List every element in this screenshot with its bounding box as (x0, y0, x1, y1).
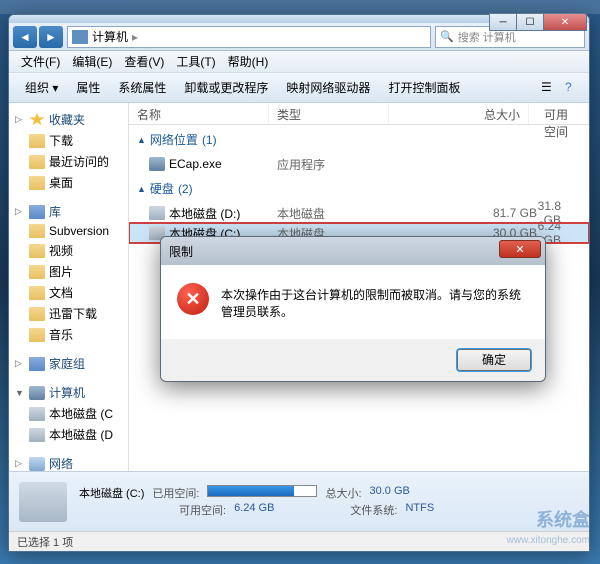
column-total[interactable]: 总大小 (389, 103, 529, 124)
folder-icon (29, 134, 45, 148)
column-type[interactable]: 类型 (269, 103, 389, 124)
capacity-bar (207, 485, 317, 497)
menu-bar: 文件(F) 编辑(E) 查看(V) 工具(T) 帮助(H) (9, 51, 589, 73)
navigation-pane: ▷收藏夹 下载 最近访问的 桌面 ▷库 Subversion 视频 图片 文档 … (9, 103, 129, 471)
details-name: 本地磁盘 (C:) (79, 485, 144, 501)
toolbar-properties[interactable]: 属性 (68, 76, 108, 99)
details-pane: 本地磁盘 (C:) 已用空间: 总大小: 30.0 GB 可用空间: 6.24 … (9, 471, 589, 531)
homegroup-icon (29, 357, 45, 371)
folder-icon (29, 155, 45, 169)
menu-tools[interactable]: 工具(T) (170, 51, 221, 72)
folder-icon (29, 244, 45, 258)
drive-icon (29, 428, 45, 442)
sidebar-item-drive-d[interactable]: 本地磁盘 (D (9, 424, 128, 445)
drive-icon (149, 206, 165, 220)
menu-help[interactable]: 帮助(H) (222, 51, 275, 72)
address-location: 计算机 (92, 28, 128, 45)
maximize-button[interactable]: ☐ (516, 13, 544, 31)
status-bar: 已选择 1 项 (9, 531, 589, 551)
help-icon[interactable]: ? (565, 80, 581, 96)
sidebar-network[interactable]: ▷网络 (9, 453, 128, 471)
dialog-title: 限制 (169, 243, 193, 260)
sidebar-item-thunder[interactable]: 迅雷下载 (9, 303, 128, 324)
toolbar: 组织 ▾ 属性 系统属性 卸载或更改程序 映射网络驱动器 打开控制面板 ☰ ? (9, 73, 589, 103)
sidebar-item-downloads[interactable]: 下载 (9, 130, 128, 151)
menu-view[interactable]: 查看(V) (118, 51, 170, 72)
drive-icon (29, 407, 45, 421)
toolbar-uninstall[interactable]: 卸载或更改程序 (176, 76, 276, 99)
dialog-titlebar[interactable]: 限制 ✕ (161, 237, 545, 265)
sidebar-item-subversion[interactable]: Subversion (9, 222, 128, 240)
folder-icon (29, 307, 45, 321)
sidebar-item-documents[interactable]: 文档 (9, 282, 128, 303)
back-button[interactable]: ◄ (13, 26, 37, 48)
folder-icon (29, 328, 45, 342)
column-headers: 名称 类型 总大小 可用空间 (129, 103, 589, 125)
computer-icon (72, 30, 88, 44)
sidebar-item-recent[interactable]: 最近访问的 (9, 151, 128, 172)
dialog-close-button[interactable]: ✕ (499, 240, 541, 258)
folder-icon (29, 265, 45, 279)
group-hard-disks[interactable]: ▲硬盘 (2) (129, 174, 589, 203)
group-network-location[interactable]: ▲网络位置 (1) (129, 125, 589, 154)
breadcrumb-separator-icon: ▸ (132, 30, 138, 44)
toolbar-map-drive[interactable]: 映射网络驱动器 (278, 76, 378, 99)
list-item-drive-d[interactable]: 本地磁盘 (D:) 本地磁盘 81.7 GB 31.8 GB (129, 203, 589, 223)
sidebar-item-drive-c[interactable]: 本地磁盘 (C (9, 403, 128, 424)
restriction-dialog: 限制 ✕ ✕ 本次操作由于这台计算机的限制而被取消。请与您的系统管理员联系。 确… (160, 236, 546, 382)
column-free[interactable]: 可用空间 (529, 103, 589, 124)
library-icon (29, 205, 45, 219)
toolbar-system-properties[interactable]: 系统属性 (110, 76, 174, 99)
address-bar[interactable]: 计算机 ▸ (67, 26, 431, 48)
forward-button[interactable]: ► (39, 26, 63, 48)
list-item[interactable]: ECap.exe 应用程序 (129, 154, 589, 174)
sidebar-item-pictures[interactable]: 图片 (9, 261, 128, 282)
column-name[interactable]: 名称 (129, 103, 269, 124)
taskbar-edge (0, 0, 600, 14)
network-icon (29, 457, 45, 471)
sidebar-favorites[interactable]: ▷收藏夹 (9, 109, 128, 130)
folder-icon (29, 176, 45, 190)
sidebar-item-videos[interactable]: 视频 (9, 240, 128, 261)
window-titlebar[interactable]: ─ ☐ ✕ (9, 15, 589, 23)
close-button[interactable]: ✕ (543, 13, 587, 31)
star-icon (29, 113, 45, 127)
computer-icon (29, 386, 45, 400)
drive-large-icon (19, 482, 67, 522)
search-icon: 🔍 (440, 30, 454, 43)
sidebar-item-desktop[interactable]: 桌面 (9, 172, 128, 193)
sidebar-homegroup[interactable]: ▷家庭组 (9, 353, 128, 374)
error-icon: ✕ (177, 283, 209, 315)
sidebar-libraries[interactable]: ▷库 (9, 201, 128, 222)
folder-icon (29, 224, 45, 238)
dialog-message: 本次操作由于这台计算机的限制而被取消。请与您的系统管理员联系。 (221, 283, 529, 321)
menu-file[interactable]: 文件(F) (15, 51, 66, 72)
toolbar-organize[interactable]: 组织 ▾ (17, 76, 66, 99)
folder-icon (29, 286, 45, 300)
sidebar-item-music[interactable]: 音乐 (9, 324, 128, 345)
sidebar-computer[interactable]: ▼计算机 (9, 382, 128, 403)
minimize-button[interactable]: ─ (489, 13, 517, 31)
status-text: 已选择 1 项 (17, 537, 73, 549)
toolbar-control-panel[interactable]: 打开控制面板 (380, 76, 468, 99)
ok-button[interactable]: 确定 (457, 349, 531, 371)
app-icon (149, 157, 165, 171)
view-mode-icon[interactable]: ☰ (541, 80, 557, 96)
menu-edit[interactable]: 编辑(E) (66, 51, 118, 72)
